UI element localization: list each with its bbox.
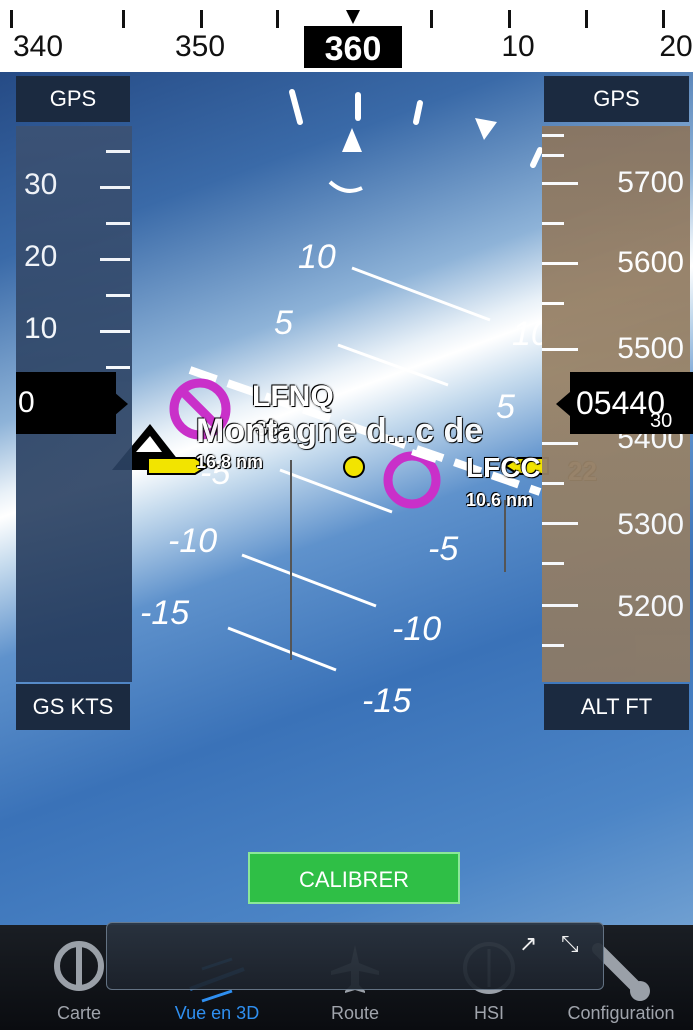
heading-tick (276, 10, 279, 28)
tab-label: Carte (56, 1003, 101, 1023)
tab-label: Vue en 3D (174, 1003, 260, 1023)
altitude-label-5600: 5600 (617, 246, 684, 279)
altitude-tick (542, 302, 564, 305)
speed-tick (106, 366, 130, 369)
altitude-tick (542, 222, 564, 225)
tab-label: Configuration (567, 1003, 675, 1023)
heading-label-10: 10 (501, 30, 535, 63)
altitude-tick (542, 442, 578, 445)
tab-label: HSI (473, 1003, 504, 1023)
speed-tick (100, 330, 130, 333)
altitude-tick (542, 604, 578, 607)
speed-tick (100, 186, 130, 189)
altitude-readout: 05440 (570, 372, 693, 434)
speed-tick (106, 222, 130, 225)
share-icon[interactable]: ↗ (519, 931, 537, 957)
altitude-label-5200: 5200 (617, 590, 684, 623)
heading-pointer-icon (346, 10, 360, 24)
heading-readout: 360 (302, 24, 404, 70)
terrain-label: Montagne d...c de (196, 412, 484, 450)
speed-tick (100, 258, 130, 261)
altitude-tick (542, 522, 578, 525)
heading-tick (430, 10, 433, 28)
media-popover: ↗ ⤡ (106, 922, 604, 990)
altitude-readout-pointer-icon (556, 392, 570, 416)
altitude-label-5500: 5500 (617, 332, 684, 365)
altitude-unit-label: ALT FT (544, 684, 689, 730)
waypoint-1-distance: 16.8 nm (196, 452, 264, 472)
tab-label: Route (330, 1003, 380, 1023)
altitude-tick (542, 182, 578, 185)
altitude-label-5700: 5700 (617, 166, 684, 199)
altitude-tick (542, 134, 564, 137)
heading-label-340: 340 (12, 30, 64, 63)
altitude-tick (542, 562, 564, 565)
waypoint-2-id: LFCC (466, 452, 541, 483)
speed-readout: 0 (16, 372, 116, 434)
calibrate-button[interactable]: CALIBRER (248, 852, 460, 904)
altitude-readout-fine: 30 (650, 410, 673, 432)
speed-label-10: 10 (24, 312, 58, 345)
speed-tick (106, 150, 130, 153)
synthetic-vision-screen: 10 5 -5 -10 -15 10 5 -5 -10 -15 LFNQ 33 … (0, 0, 693, 1030)
speed-label-30: 30 (24, 168, 58, 201)
compass-icon (54, 941, 104, 991)
waypoint-2-distance: 10.6 nm (466, 490, 534, 510)
heading-tick (10, 10, 13, 28)
speed-source-label: GPS (16, 76, 130, 122)
heading-label-350: 350 (174, 30, 226, 63)
altitude-tick (542, 262, 578, 265)
collapse-icon[interactable]: ⤡ (561, 931, 579, 957)
altitude-tick (542, 348, 578, 351)
heading-tick (508, 10, 511, 28)
altitude-source-label: GPS (544, 76, 689, 122)
heading-label-20: 20 (659, 30, 693, 63)
heading-tick (585, 10, 588, 28)
speed-readout-pointer-icon (114, 392, 128, 416)
heading-tick (200, 10, 203, 28)
heading-tick (662, 10, 665, 28)
speed-tick (106, 294, 130, 297)
waypoint-1-id: LFNQ (252, 380, 334, 413)
heading-tick (122, 10, 125, 28)
altitude-tick (542, 644, 564, 647)
speed-unit-label: GS KTS (16, 684, 130, 730)
speed-label-20: 20 (24, 240, 58, 273)
altitude-label-5300: 5300 (617, 508, 684, 541)
altitude-tick (542, 154, 564, 157)
altitude-tick (542, 482, 564, 485)
heading-tape: 340 350 10 20 360 (0, 0, 693, 72)
